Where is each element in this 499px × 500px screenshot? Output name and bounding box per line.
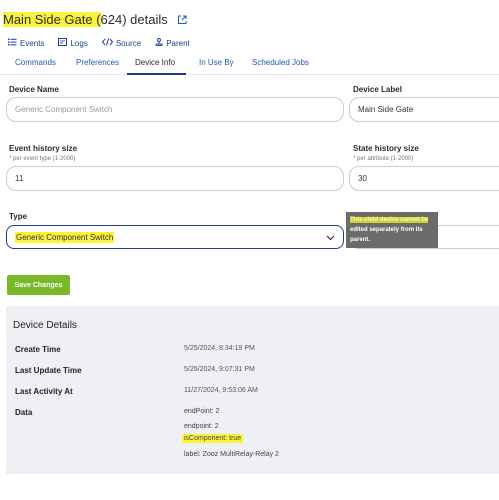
device-name-label: Device Name xyxy=(9,85,59,94)
events-link[interactable]: Events xyxy=(8,38,44,48)
tab-preferences[interactable]: Preferences xyxy=(76,58,119,67)
data-line: label: Zooz MultiRelay-Relay 2 xyxy=(184,451,279,458)
active-tab-indicator xyxy=(127,73,186,75)
type-label: Type xyxy=(9,212,28,221)
source-link[interactable]: Source xyxy=(101,38,142,48)
event-history-hint: * per event type (1-2000) xyxy=(9,156,76,162)
type-selected-value: Generic Component Switch xyxy=(15,231,115,243)
tab-scheduled-jobs[interactable]: Scheduled Jobs xyxy=(252,58,309,67)
device-details-title: Device Details xyxy=(13,320,77,331)
device-label-input[interactable]: Main Side Gate xyxy=(349,97,499,122)
device-id-title: 624) details xyxy=(100,12,168,27)
tooltip-line-2: edited separately from its xyxy=(350,227,423,233)
parent-link[interactable]: Parent xyxy=(155,38,190,48)
external-link-icon[interactable] xyxy=(177,13,187,28)
data-line: endPoint: 2 xyxy=(184,408,220,415)
last-update-value: 5/25/2024, 9:07:31 PM xyxy=(184,366,255,373)
data-label: Data xyxy=(15,408,33,417)
last-update-label: Last Update Time xyxy=(15,366,82,375)
list-icon xyxy=(8,38,17,48)
source-label: Source xyxy=(115,38,142,48)
create-time-value: 5/25/2024, 8:34:19 PM xyxy=(184,345,255,352)
event-history-input[interactable]: 11 xyxy=(6,166,344,191)
logs-link[interactable]: Logs xyxy=(58,38,88,48)
last-activity-label: Last Activity At xyxy=(15,387,73,396)
tab-commands[interactable]: Commands xyxy=(15,58,56,67)
tab-bar: Commands Preferences Device Info In Use … xyxy=(0,54,499,75)
chevron-down-icon xyxy=(326,234,335,243)
save-changes-button[interactable]: Save Changes xyxy=(7,275,70,295)
logs-label: Logs xyxy=(70,38,88,48)
create-time-label: Create Time xyxy=(15,345,61,354)
device-label-label: Device Label xyxy=(353,85,402,94)
child-device-tooltip: This child device cannot be edited separ… xyxy=(346,212,438,248)
event-history-label: Event history size xyxy=(9,144,78,153)
tab-in-use-by[interactable]: In Use By xyxy=(199,58,234,67)
state-history-label: State history size xyxy=(353,144,419,153)
parent-label: Parent xyxy=(166,38,190,48)
last-activity-value: 11/27/2024, 9:53:06 AM xyxy=(184,387,258,394)
state-history-input[interactable]: 30 xyxy=(349,166,499,191)
code-icon xyxy=(101,38,113,48)
parent-icon xyxy=(155,38,163,48)
type-select[interactable]: Generic Component Switch xyxy=(6,225,344,249)
tooltip-line-1: This child device cannot be xyxy=(350,217,429,223)
page-title: Main Side Gate (624) details xyxy=(3,12,187,28)
data-line: endpoint: 2 xyxy=(184,423,219,430)
logs-icon xyxy=(58,38,68,48)
tooltip-line-3: parent. xyxy=(350,237,371,243)
tab-device-info[interactable]: Device Info xyxy=(135,58,175,67)
device-name-input[interactable]: Generic Component Switch xyxy=(6,97,344,122)
data-line-highlighted: isComponent: true xyxy=(182,434,244,443)
state-history-hint: * per attribute (1-2000) xyxy=(353,156,414,162)
device-name-title: Main Side Gate ( xyxy=(3,12,101,27)
events-label: Events xyxy=(20,38,45,48)
device-toolbar: Events Logs Source Parent xyxy=(8,38,190,48)
